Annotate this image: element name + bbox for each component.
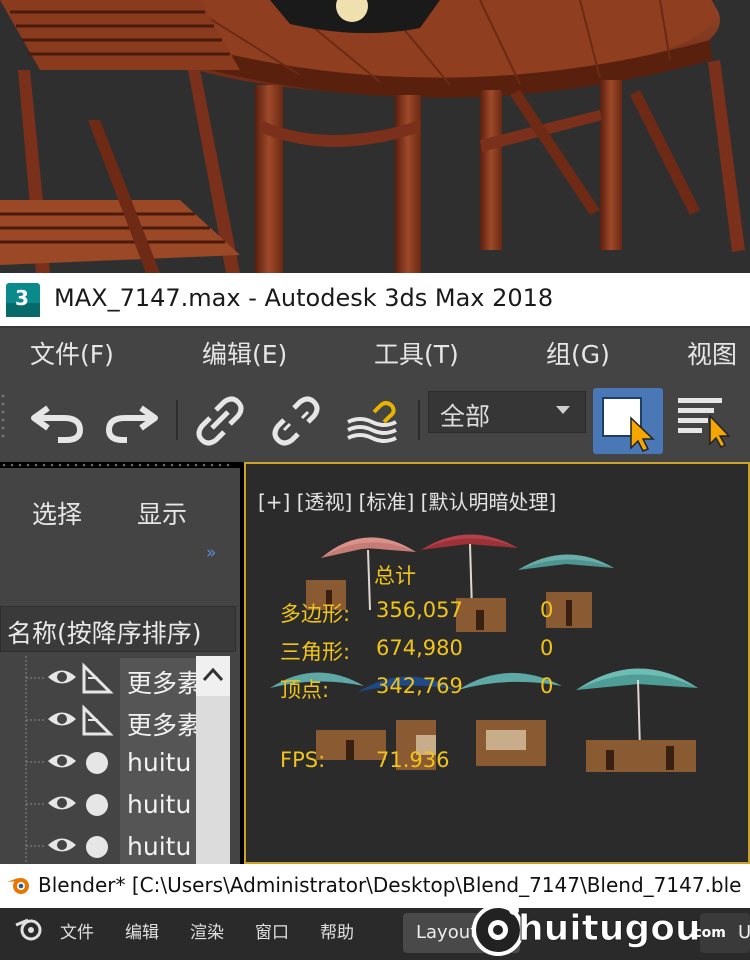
menu-tools[interactable]: 工具(T) [374, 335, 459, 371]
window-title: MAX_7147.max - Autodesk 3ds Max 2018 [54, 284, 554, 312]
redo-icon[interactable] [103, 398, 159, 444]
sphere-icon [86, 836, 108, 858]
stats-fps-label: FPS: [280, 748, 326, 772]
toolbar-grip[interactable] [0, 392, 6, 442]
menu-edit[interactable]: 编辑(E) [202, 335, 287, 371]
scroll-up-button[interactable] [196, 656, 230, 696]
eye-icon[interactable] [46, 750, 78, 772]
scene-row[interactable]: 更多素 [0, 658, 197, 700]
scene-row[interactable]: huitu [0, 826, 196, 868]
stats-polygons-label: 多边形: [280, 602, 351, 626]
watermark-suffix: .com [688, 925, 726, 941]
tab-display[interactable]: 显示 [137, 495, 187, 531]
bind-space-warp-icon[interactable] [344, 394, 404, 446]
blender-menu-window[interactable]: 窗口 [255, 918, 289, 943]
scene-row[interactable]: huitu [0, 742, 196, 784]
toolbar-separator [418, 400, 420, 440]
eye-icon[interactable] [46, 708, 78, 730]
scene-row[interactable]: 更多素 [0, 700, 197, 742]
blender-menu-render[interactable]: 渲染 [190, 918, 224, 943]
select-cursor-icon [602, 397, 655, 452]
name-column-label: 名称(按降序排序) [7, 619, 202, 648]
eye-icon[interactable] [46, 792, 78, 814]
row-name: huitu [127, 748, 192, 777]
unlink-icon[interactable] [270, 396, 322, 446]
expand-panel-icon[interactable]: » [206, 543, 217, 563]
blender-logo-icon [7, 878, 29, 894]
row-name: 更多素 [127, 669, 197, 698]
workspace-tab-next-label: U [738, 922, 750, 943]
row-name: huitu [127, 790, 192, 819]
undo-icon[interactable] [30, 398, 86, 444]
sphere-icon [86, 794, 108, 816]
stats-vertices-label: 顶点: [280, 678, 330, 702]
chevron-up-icon [202, 667, 224, 682]
stats-total-label: 总计 [374, 564, 416, 588]
blender-menu-icon[interactable] [14, 916, 44, 942]
scene-row[interactable]: huitu [0, 784, 196, 826]
select-object-button[interactable] [593, 388, 663, 454]
blender-menu-edit[interactable]: 编辑 [125, 918, 159, 943]
menu-file[interactable]: 文件(F) [30, 335, 114, 371]
stats-triangles-total: 674,980 [376, 636, 463, 660]
chevron-down-icon [556, 406, 570, 414]
stats-fps-value: 71.936 [376, 748, 450, 772]
link-icon[interactable] [194, 396, 246, 446]
stats-vertices-total: 342,769 [376, 674, 463, 698]
row-name: 更多素 [127, 711, 197, 740]
stats-polygons-selected: 0 [540, 598, 554, 622]
selection-filter-value: 全部 [440, 402, 491, 431]
bone-icon [82, 662, 114, 694]
svg-text:3: 3 [15, 286, 29, 310]
watermark-brand: huitugou [518, 908, 702, 950]
3dsmax-app-icon: 3 [6, 283, 40, 317]
eye-icon[interactable] [46, 666, 78, 688]
toolbar-separator [176, 400, 178, 440]
stats-triangles-selected: 0 [540, 636, 554, 660]
stats-triangles-label: 三角形: [280, 640, 351, 664]
menu-group[interactable]: 组(G) [546, 335, 610, 371]
blender-menu-help[interactable]: 帮助 [320, 918, 354, 943]
blender-menu-file[interactable]: 文件 [60, 918, 94, 943]
select-by-name-icon[interactable] [676, 392, 736, 450]
menu-view[interactable]: 视图 [687, 335, 737, 371]
row-name: huitu [127, 832, 192, 861]
bone-icon [82, 704, 114, 736]
eye-icon[interactable] [46, 834, 78, 856]
render-preview-image [0, 0, 750, 273]
viewport-label[interactable]: [+] [透视] [标准] [默认明暗处理] [258, 486, 556, 515]
tab-select[interactable]: 选择 [32, 495, 82, 531]
sphere-icon [86, 752, 108, 774]
blender-window-title: Blender* [C:\Users\Administrator\Desktop… [38, 873, 742, 897]
stats-vertices-selected: 0 [540, 674, 554, 698]
stats-polygons-total: 356,057 [376, 598, 463, 622]
